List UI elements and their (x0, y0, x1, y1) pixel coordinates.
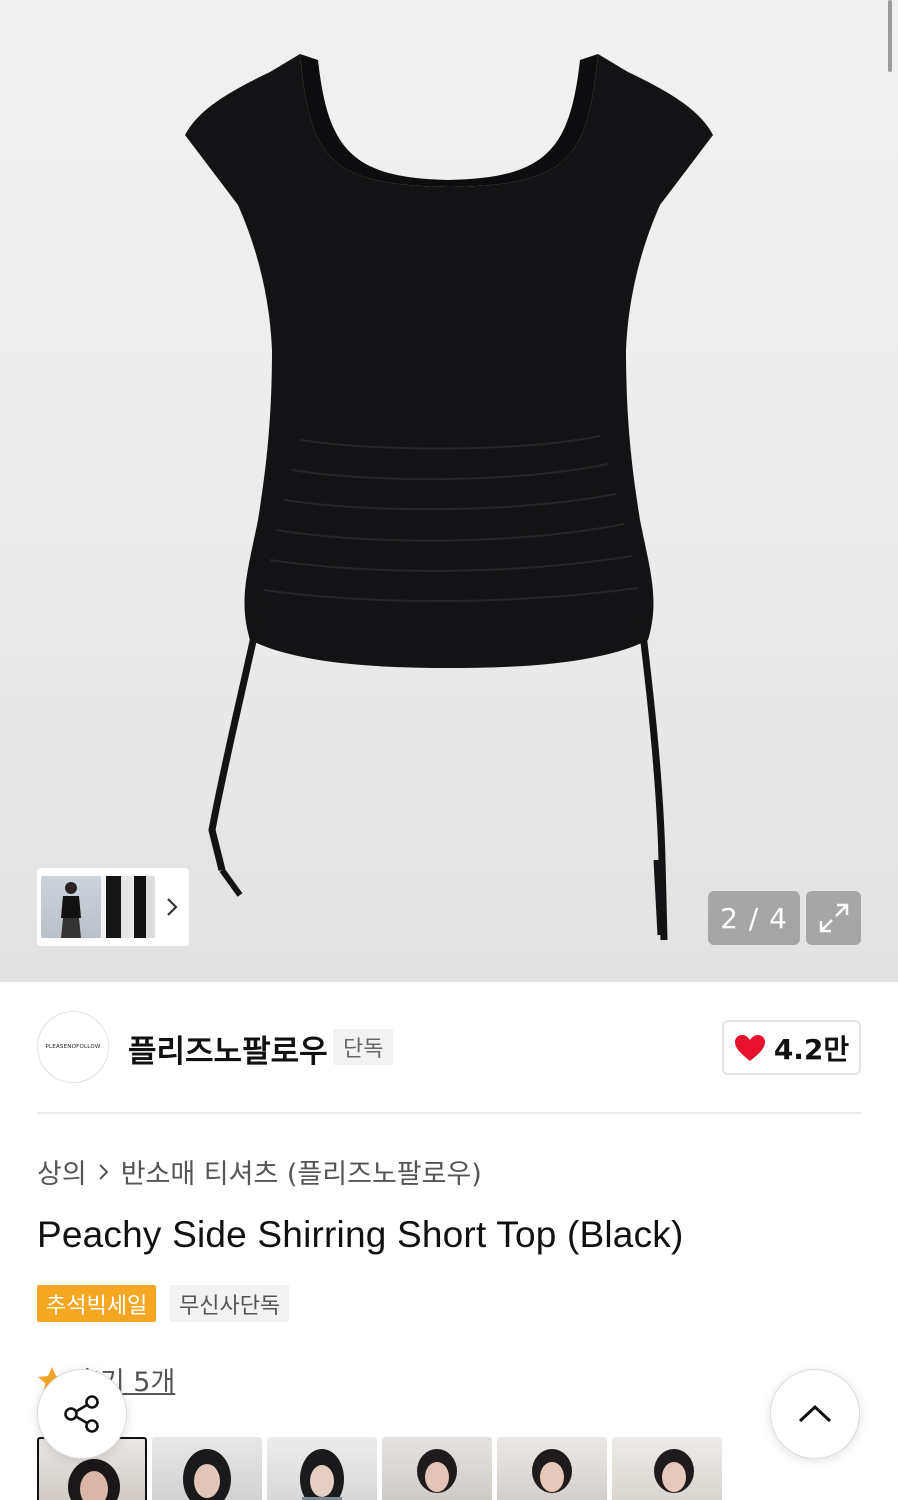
review-photo[interactable] (497, 1437, 607, 1500)
like-button[interactable]: 4.2만 (722, 1020, 861, 1075)
sale-badge: 추석빅세일 (37, 1285, 157, 1322)
image-counter: 2 / 4 (708, 891, 800, 945)
gallery-thumbnail-strip[interactable] (37, 868, 189, 946)
review-photo[interactable] (267, 1437, 377, 1500)
expand-button[interactable] (806, 891, 861, 945)
chevron-up-icon (798, 1404, 832, 1423)
heart-icon (734, 1034, 765, 1061)
breadcrumb: 상의 반소매 티셔츠 (플리즈노팔로우) (37, 1152, 482, 1191)
share-button[interactable] (37, 1369, 127, 1459)
brand-logo-text: PLEASENOFOLLOW (45, 1044, 101, 1050)
breadcrumb-subcategory[interactable]: 반소매 티셔츠 (플리즈노팔로우) (121, 1152, 482, 1191)
thumbnail-2 (99, 876, 133, 938)
share-icon (64, 1395, 99, 1433)
product-image-gallery[interactable]: 2 / 4 (0, 0, 898, 982)
page-scrollbar[interactable] (888, 0, 892, 72)
review-photo[interactable] (382, 1437, 492, 1500)
product-title: Peachy Side Shirring Short Top (Black) (37, 1214, 684, 1255)
section-divider (37, 1112, 861, 1114)
breadcrumb-category[interactable]: 상의 (37, 1152, 87, 1191)
review-photo-list (37, 1437, 722, 1500)
expand-icon (819, 903, 848, 933)
thumbnail-1 (41, 876, 101, 938)
brand-logo[interactable]: PLEASENOFOLLOW (37, 1011, 109, 1083)
thumbnail-stack (41, 872, 159, 942)
review-photo[interactable] (152, 1437, 262, 1500)
product-image (185, 54, 713, 941)
review-photo[interactable] (612, 1437, 722, 1500)
brand-name[interactable]: 플리즈노팔로우 (128, 1026, 328, 1071)
exclusive-badge: 무신사단독 (170, 1285, 290, 1322)
thumbnail-model-figure (61, 882, 81, 938)
chevron-right-icon[interactable] (165, 896, 179, 922)
chevron-right-icon (98, 1163, 109, 1180)
scroll-to-top-button[interactable] (770, 1369, 860, 1459)
brand-exclusive-tag: 단독 (333, 1029, 394, 1065)
like-count: 4.2만 (773, 1032, 850, 1066)
